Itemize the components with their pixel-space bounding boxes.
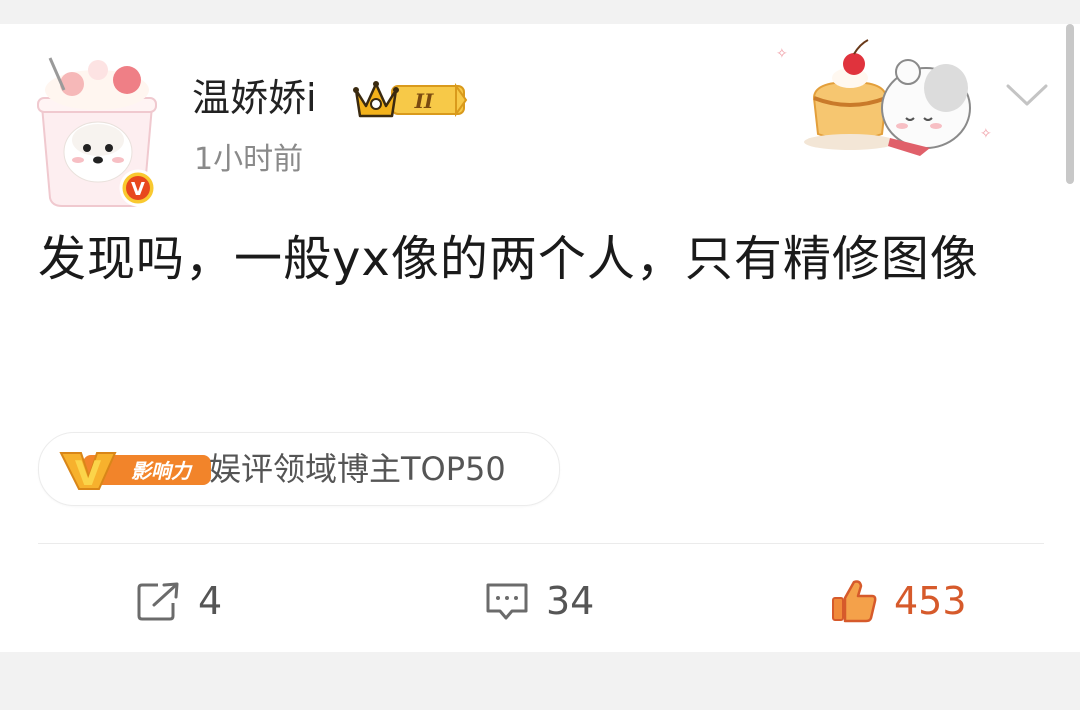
crown-icon[interactable]: II bbox=[352, 76, 468, 124]
username[interactable]: 温娇娇i bbox=[192, 72, 317, 124]
post-card[interactable]: V 温娇娇i II 1小时前 ✧ ✧ 发现吗，一般yx像的两个人，只有精修图像 … bbox=[0, 24, 1080, 652]
influence-label: 影响力 bbox=[131, 459, 193, 483]
thumbs-up-icon bbox=[832, 580, 877, 623]
influence-badge[interactable]: V 影响力 娱评领域博主TOP50 bbox=[38, 432, 560, 506]
comment-button[interactable]: 34 bbox=[484, 576, 594, 626]
svg-text:V: V bbox=[131, 179, 145, 200]
share-icon bbox=[137, 582, 179, 621]
chevron-down-icon[interactable] bbox=[1004, 80, 1050, 110]
repost-button[interactable]: 4 bbox=[136, 576, 222, 626]
influence-text: 娱评领域博主TOP50 bbox=[209, 450, 506, 488]
like-button[interactable]: 453 bbox=[830, 576, 967, 626]
timestamp: 1小时前 bbox=[194, 142, 304, 177]
verified-v-icon: V bbox=[119, 169, 157, 207]
comment-icon bbox=[486, 583, 528, 620]
svg-text:V: V bbox=[75, 454, 102, 491]
scrollbar[interactable] bbox=[1066, 24, 1074, 184]
divider bbox=[38, 543, 1044, 544]
svg-text:✧: ✧ bbox=[776, 46, 788, 62]
post-content: 发现吗，一般yx像的两个人，只有精修图像 bbox=[38, 231, 979, 287]
svg-text:✧: ✧ bbox=[980, 126, 992, 142]
repost-count: 4 bbox=[198, 579, 223, 623]
avatar[interactable]: V bbox=[32, 48, 162, 208]
card-decoration-image: ✧ ✧ bbox=[776, 39, 992, 156]
comment-count: 34 bbox=[546, 579, 595, 623]
vip-level: II bbox=[414, 89, 434, 113]
influence-v-icon: V 影响力 bbox=[59, 452, 211, 491]
like-count: 453 bbox=[894, 579, 967, 623]
